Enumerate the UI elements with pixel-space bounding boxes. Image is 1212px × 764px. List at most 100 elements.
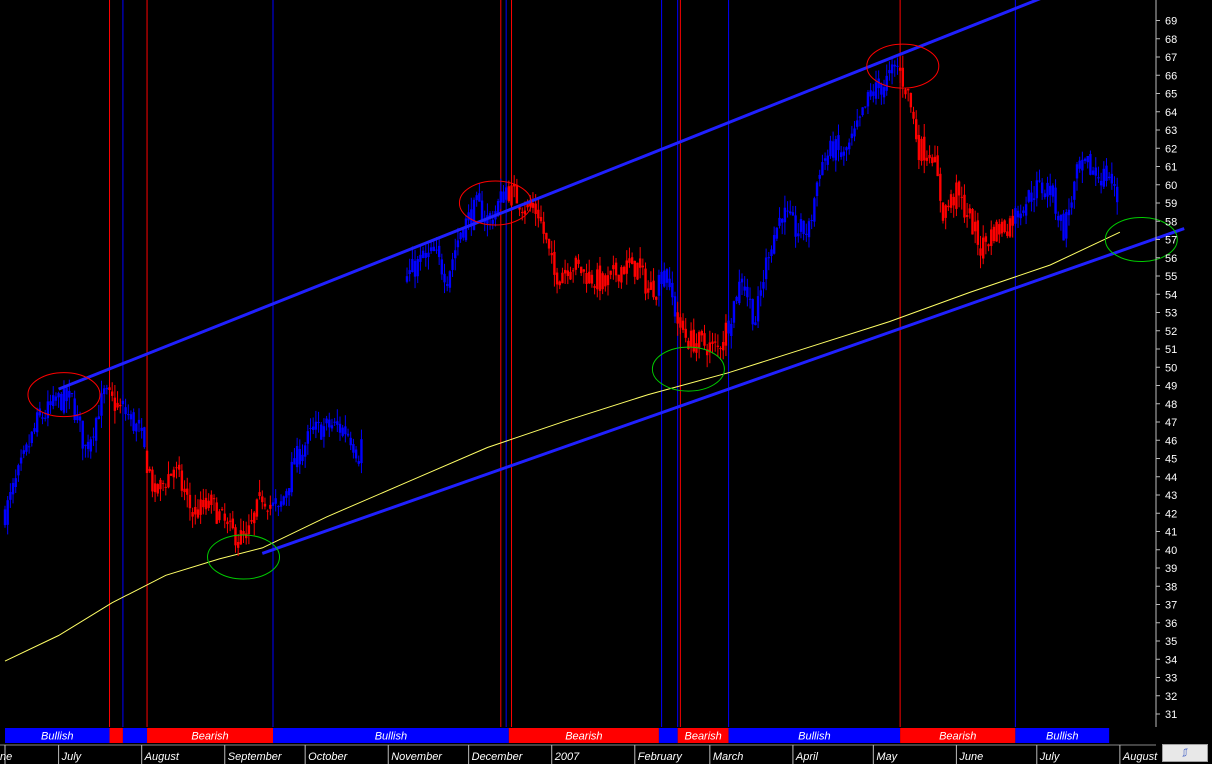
candle-body [411,259,414,273]
candle-body [797,233,800,237]
candle-body [429,247,433,252]
chart-toggle-button[interactable]: ⎎ [1162,744,1208,762]
candle-body [303,445,307,457]
candle-body [1091,170,1095,175]
candle-body [261,496,264,503]
candle-body [802,220,805,234]
candle-body [898,67,902,71]
candle-body [344,426,347,435]
candle-body [764,257,768,280]
candle-body [604,275,607,287]
candle-body [1107,176,1111,179]
y-tick-label: 35 [1165,636,1177,648]
candle-body [931,157,934,164]
candle-body [585,273,588,284]
y-tick-label: 49 [1165,381,1177,393]
candle-body [293,458,296,465]
candle-body [1024,204,1028,216]
candle-body [1019,213,1022,219]
candle-body [738,281,741,304]
y-tick-label: 62 [1165,143,1177,155]
candle-body [223,513,226,521]
candle-body [601,273,604,290]
candle-body [236,541,240,548]
candle-body [537,209,540,219]
candle-body [673,296,677,317]
regime-band-label: Bearish [939,731,976,743]
candle-body [448,271,452,288]
candle-body [44,417,47,419]
candle-body [660,271,663,284]
candle-body [207,500,210,508]
candle-body [1110,173,1114,184]
candle-body [1065,212,1068,239]
candle-body [346,433,350,436]
candle-body [1094,167,1097,176]
candle-body [287,488,291,496]
candle-body [963,194,966,218]
candle-body [786,210,789,212]
candle-body [22,450,25,454]
regime-band-bearish [109,728,123,743]
y-tick-label: 63 [1165,125,1177,137]
candle-body [622,266,626,275]
candle-body [947,205,950,208]
candle-body [333,421,336,423]
candle-body [41,417,44,419]
candle-body [751,299,754,325]
x-month-label: April [795,751,819,763]
candle-body [499,191,502,203]
candle-body [113,397,117,411]
candle-body [102,388,106,395]
candle-body [89,439,92,452]
candle-body [231,518,234,529]
candle-body [1049,185,1052,196]
candle-body [84,444,87,447]
candle-body [775,227,779,239]
candle-body [987,244,990,247]
candle-body [295,446,299,468]
candle-body [762,282,765,289]
candle-body [831,141,835,158]
y-tick-label: 40 [1165,545,1177,557]
candle-body [419,254,422,262]
candle-body [70,393,74,395]
candle-body [743,286,746,291]
candle-body [909,92,913,108]
candle-body [204,497,208,510]
candle-body [60,393,63,411]
candle-body [1014,208,1017,224]
candle-body [215,502,218,524]
candle-body [108,387,111,391]
candle-body [807,221,811,238]
candle-body [416,259,419,277]
candle-body [86,441,90,449]
candle-body [121,400,125,405]
candle-body [317,422,320,424]
candle-body [167,474,170,488]
y-tick-label: 66 [1165,70,1177,82]
candle-body [971,209,974,235]
candle-body [925,157,929,161]
candle-body [81,420,84,449]
candle-body [689,330,693,347]
candle-body [687,340,690,350]
candle-body [1116,186,1119,203]
candle-body [1102,168,1105,187]
candle-body [263,503,267,507]
candle-body [301,454,304,462]
candle-body [756,296,760,322]
candle-body [783,207,787,223]
candle-body [700,330,703,336]
candle-body [153,483,157,493]
candle-body [890,64,894,74]
candle-body [421,250,425,259]
regime-band-bullish [658,728,678,743]
candle-body [1070,202,1073,208]
candle-body [679,317,682,328]
candle-body [566,270,569,276]
candle-body [711,341,714,344]
x-month-label: September [228,751,283,763]
candle-body [314,421,318,430]
candle-body [665,269,669,283]
